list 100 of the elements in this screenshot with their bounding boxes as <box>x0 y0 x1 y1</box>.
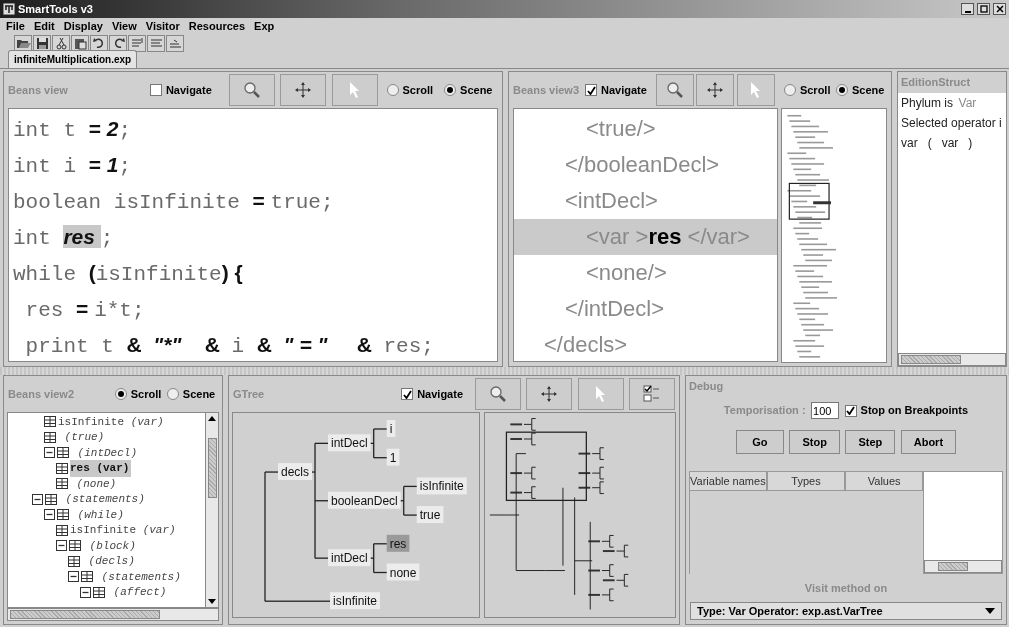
radio-option[interactable]: Scene <box>166 385 216 403</box>
tree-node[interactable]: res <box>386 534 410 552</box>
tree-item-label[interactable]: (while) <box>71 506 126 523</box>
zoom-button[interactable] <box>474 378 521 410</box>
scroll-thumb[interactable] <box>207 437 217 498</box>
horizontal-scrollbar[interactable] <box>898 353 1006 366</box>
scroll-down-icon <box>208 599 216 606</box>
collapse-icon[interactable] <box>44 509 55 521</box>
window-title: SmartTools v3 <box>18 1 93 17</box>
radio-option[interactable]: Scroll <box>386 81 434 99</box>
info-text: Selected operator i <box>900 114 1003 132</box>
tree-item-label[interactable]: (decls) <box>82 553 137 570</box>
collapse-icon[interactable] <box>68 571 79 583</box>
debug-button[interactable]: Go <box>735 430 784 454</box>
magnifier-icon <box>242 81 261 99</box>
move-button[interactable] <box>696 74 735 106</box>
horizontal-scrollbar[interactable] <box>6 608 220 622</box>
menu-item[interactable]: View <box>111 17 137 35</box>
tree-item-label[interactable]: (affect) <box>107 584 169 601</box>
navigate-checkbox[interactable]: Navigate <box>585 81 647 99</box>
column-header[interactable]: Variable names <box>688 470 767 491</box>
menu-item[interactable]: Resources <box>188 17 246 35</box>
tree-item-label[interactable]: (statements) <box>95 568 183 585</box>
select-button[interactable] <box>737 74 776 106</box>
menu-item[interactable]: Edit <box>33 17 55 35</box>
check-icon <box>586 85 596 95</box>
zoom-button[interactable] <box>228 74 275 106</box>
tree-node[interactable]: i <box>386 420 396 437</box>
maximize-button[interactable] <box>977 3 990 15</box>
select-button[interactable] <box>577 378 624 410</box>
table-icon <box>45 493 57 505</box>
code-line: boolean isInfinite = true; <box>13 188 335 216</box>
dropdown-caret-icon <box>985 607 995 614</box>
zoom-button[interactable] <box>655 74 694 106</box>
column-header[interactable]: Types <box>766 470 846 491</box>
breakpoints-checkbox[interactable]: Stop on Breakpoints <box>844 402 969 419</box>
panel-title: GTree <box>233 386 265 402</box>
move-icon <box>294 81 313 99</box>
tree-node[interactable]: intDecl <box>328 434 371 452</box>
maximize-icon <box>979 5 988 13</box>
close-button[interactable] <box>993 3 1006 15</box>
tree-item-label[interactable]: (statements) <box>59 491 147 508</box>
clipboard-icon <box>72 36 88 50</box>
tree-node[interactable]: none <box>386 563 420 581</box>
select-button[interactable] <box>331 74 378 106</box>
debug-button[interactable]: Step <box>845 430 896 454</box>
magnifier-icon <box>488 385 507 403</box>
tree-node[interactable]: booleanDecl <box>328 491 401 509</box>
tree-node[interactable]: intDecl <box>328 549 371 567</box>
collapse-icon[interactable] <box>32 493 43 505</box>
tree-item-label[interactable]: (block) <box>83 537 138 554</box>
collapse-icon[interactable] <box>80 586 91 598</box>
tree-node[interactable]: true <box>416 506 444 524</box>
code-line: while (isInfinite) { <box>13 260 244 288</box>
floppy-icon <box>34 36 50 50</box>
check-icon <box>846 406 856 415</box>
tree-item-label[interactable]: (none) <box>70 475 119 492</box>
tree-item-label[interactable]: (intDecl) <box>71 444 140 461</box>
radio-option[interactable]: Scroll <box>783 81 831 99</box>
minimize-button[interactable] <box>961 3 974 15</box>
table-icon <box>69 540 81 552</box>
navigate-checkbox[interactable]: Navigate <box>149 81 212 99</box>
debug-button[interactable]: Stop <box>789 430 840 454</box>
collapse-icon[interactable] <box>56 540 67 552</box>
magnifier-icon <box>665 81 684 99</box>
horizontal-scrollbar[interactable] <box>924 560 1003 573</box>
visit-method-dropdown[interactable]: Type: Var Operator: exp.ast.VarTree <box>690 601 1002 620</box>
radio-option[interactable]: Scene <box>836 81 885 99</box>
debug-button[interactable]: Abort <box>900 430 957 454</box>
temporisation-label: Temporisation : <box>723 403 806 419</box>
column-header[interactable]: Values <box>845 470 924 491</box>
code-line: int res ; <box>13 224 115 252</box>
radio-option[interactable]: Scroll <box>114 385 162 403</box>
menu-item[interactable]: Visitor <box>145 17 180 35</box>
tree-node[interactable]: isInfinite <box>416 477 467 495</box>
document-tab[interactable]: infiniteMultiplication.exp <box>8 50 138 68</box>
tree-node[interactable]: decls <box>278 463 312 481</box>
info-value: Var <box>958 94 977 112</box>
move-button[interactable] <box>280 74 327 106</box>
move-button[interactable] <box>526 378 572 410</box>
scissors-icon <box>53 36 69 50</box>
menu-item[interactable]: File <box>6 17 25 35</box>
navigate-checkbox[interactable]: Navigate <box>401 385 463 403</box>
panel-title: Debug <box>688 379 725 394</box>
text-lines-icon <box>129 36 145 50</box>
tree-item-label[interactable]: res (var) <box>70 460 132 477</box>
tree-item-label[interactable]: (true) <box>58 429 107 446</box>
panel-title: EditionStruct <box>900 75 972 90</box>
tree-item-label[interactable]: isInfinite (var) <box>58 413 166 430</box>
menu-item[interactable]: Display <box>63 17 103 35</box>
temporisation-field[interactable]: 100 <box>811 402 840 419</box>
radio-option[interactable]: Scene <box>444 81 493 99</box>
scroll-up-icon <box>208 415 216 421</box>
tree-node[interactable]: isInfinite <box>330 592 381 610</box>
tree-node[interactable]: 1 <box>386 448 400 466</box>
vertical-scrollbar[interactable] <box>205 413 218 608</box>
menu-item[interactable]: Exp <box>254 17 275 35</box>
collapse-icon[interactable] <box>44 447 55 459</box>
tree-item-label[interactable]: isInfinite (var) <box>70 522 178 539</box>
table-icon <box>81 571 93 583</box>
